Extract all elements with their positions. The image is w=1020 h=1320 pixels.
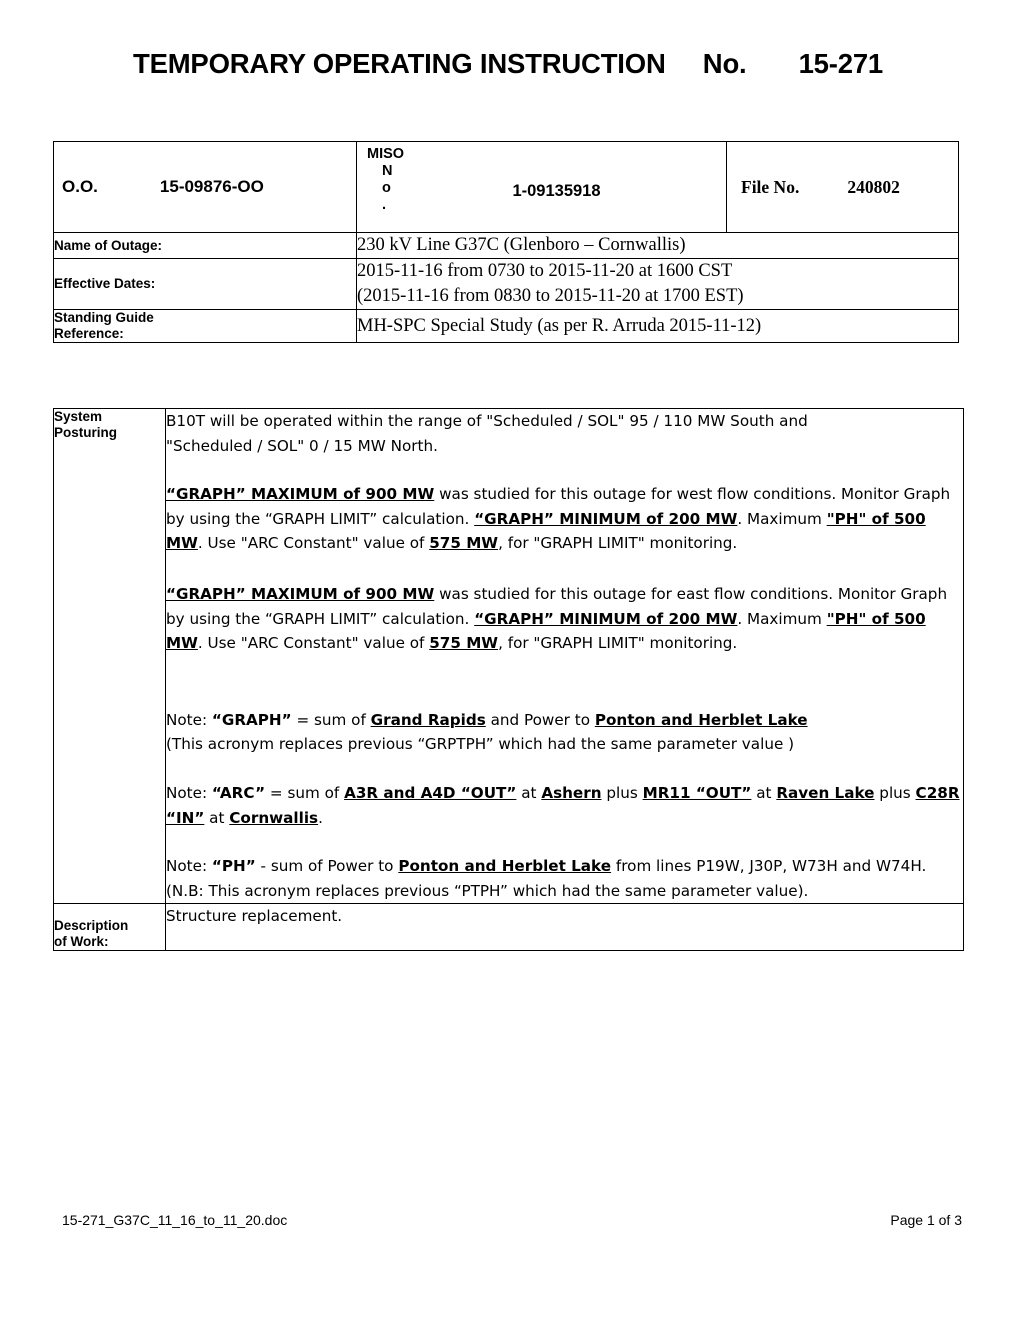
system-posturing-label-line1: System [54, 409, 103, 424]
note-arc-ref2: Ashern [541, 783, 602, 802]
note-arc-ref6: Cornwallis [229, 808, 319, 827]
note-ph-lead: Note: [166, 857, 212, 876]
table-row: Standing Guide Reference: MH-SPC Special… [53, 309, 959, 343]
effective-dates-line1: 2015-11-16 from 0730 to 2015-11-20 at 16… [357, 261, 733, 281]
description-label-line2: of Work: [54, 934, 109, 950]
graph-east-flow-paragraph: “GRAPH” MAXIMUM of 900 MW was studied fo… [166, 582, 963, 656]
page-title: TEMPORARY OPERATING INSTRUCTION No. 15-2… [132, 48, 884, 79]
note-arc-paragraph: Note: “ARC” = sum of A3R and A4D “OUT” a… [166, 781, 963, 830]
note-graph-ref2: Ponton and Herblet Lake [594, 710, 808, 729]
file-no-value: 240802 [847, 176, 900, 197]
graph-west-text2: . Maximum [737, 509, 827, 528]
note-ph-paragraph: Note: “PH” - sum of Power to Ponton and … [166, 854, 963, 903]
standing-guide-label-line1: Standing Guide [54, 310, 154, 325]
note-graph-mid1: = sum of [291, 710, 371, 729]
note-arc-mid3: plus [601, 783, 643, 802]
note-arc-mid4: at [751, 783, 777, 802]
system-posturing-content: B10T will be operated within the range o… [165, 407, 964, 905]
note-graph-ref1: Grand Rapids [370, 710, 486, 729]
graph-east-text3: . Use "ARC Constant" value of [197, 634, 430, 653]
table-row: System Posturing B10T will be operated w… [53, 407, 964, 905]
description-label-line1: Description [54, 918, 129, 934]
graph-east-text2: . Maximum [737, 609, 827, 628]
note-arc-mid2: at [516, 783, 542, 802]
note-ph-term: “PH” [211, 857, 256, 876]
graph-east-arc-constant: 575 MW [429, 634, 499, 653]
note-arc-ref1: A3R and A4D “OUT” [344, 783, 517, 802]
miso-label-line2: N [382, 163, 393, 179]
effective-dates-value: 2015-11-16 from 0730 to 2015-11-20 at 16… [356, 258, 959, 310]
miso-label-line1: MISO [367, 146, 405, 162]
system-posturing-label: System Posturing [53, 407, 166, 905]
file-no-label: File No. [741, 176, 800, 197]
oo-cell: O.O. 15-09876-OO [53, 141, 357, 233]
graph-west-flow-paragraph: “GRAPH” MAXIMUM of 900 MW was studied fo… [166, 482, 963, 556]
miso-no-label: MISO N o . [367, 146, 404, 214]
table-row: Name of Outage: 230 kV Line G37C (Glenbo… [53, 232, 959, 259]
miso-no-value: 1-09135918 [512, 182, 601, 200]
graph-west-text4: , for "GRAPH LIMIT" monitoring. [498, 534, 738, 553]
file-no-cell: File No. 240802 [726, 141, 959, 233]
note-graph-mid2: and Power to [485, 710, 595, 729]
note-arc-lead: Note: [166, 783, 212, 802]
note-arc-mid6: at [204, 808, 230, 827]
posturing-p1-line1: B10T will be operated within the range o… [166, 412, 808, 430]
table-row: Description of Work: Structure replaceme… [53, 903, 964, 952]
standing-guide-label-line2: Reference: [54, 326, 124, 341]
note-graph-lead: Note: [166, 710, 212, 729]
graph-west-maximum: “GRAPH” MAXIMUM of 900 MW [166, 485, 435, 504]
graph-west-arc-constant: 575 MW [429, 534, 499, 553]
note-arc-tail: . [318, 808, 323, 827]
system-posturing-label-line2: Posturing [54, 425, 117, 440]
body-table: System Posturing B10T will be operated w… [53, 407, 964, 952]
table-row: Effective Dates: 2015-11-16 from 0730 to… [53, 258, 959, 310]
table-row: O.O. 15-09876-OO MISO N o . 1-09135918 F… [53, 141, 959, 233]
note-ph-ref1: Ponton and Herblet Lake [398, 857, 612, 876]
graph-east-minimum: “GRAPH” MINIMUM of 200 MW [474, 609, 738, 628]
note-arc-term: “ARC” [211, 783, 266, 802]
header-table: O.O. 15-09876-OO MISO N o . 1-09135918 F… [53, 141, 959, 343]
name-of-outage-label: Name of Outage: [53, 232, 357, 259]
document-page: TEMPORARY OPERATING INSTRUCTION No. 15-2… [0, 0, 1020, 1320]
miso-no-cell: MISO N o . 1-09135918 [356, 141, 727, 233]
description-of-work-value: Structure replacement. [165, 903, 964, 952]
posturing-p1-line2: "Scheduled / SOL" 0 / 15 MW North. [166, 436, 438, 455]
page-footer: 15-271_G37C_11_16_to_11_20.doc Page 1 of… [62, 1212, 962, 1228]
description-of-work-label: Description of Work: [53, 903, 166, 952]
note-graph-term: “GRAPH” [211, 710, 292, 729]
effective-dates-line2: (2015-11-16 from 0830 to 2015-11-20 at 1… [357, 286, 744, 306]
effective-dates-label: Effective Dates: [53, 258, 357, 310]
note-arc-mid5: plus [874, 783, 916, 802]
standing-guide-reference-value: MH-SPC Special Study (as per R. Arruda 2… [356, 309, 959, 343]
oo-value: 15-09876-OO [159, 177, 264, 196]
note-arc-ref3: MR11 “OUT” [642, 783, 752, 802]
graph-west-text3: . Use "ARC Constant" value of [197, 534, 430, 553]
posturing-paragraph-1: B10T will be operated within the range o… [166, 409, 963, 458]
name-of-outage-value: 230 kV Line G37C (Glenboro – Cornwallis) [356, 232, 959, 259]
footer-filename: 15-271_G37C_11_16_to_11_20.doc [62, 1212, 288, 1228]
graph-east-maximum: “GRAPH” MAXIMUM of 900 MW [166, 584, 435, 603]
note-graph-line2: (This acronym replaces previous “GRPTPH”… [166, 735, 795, 754]
graph-east-text4: , for "GRAPH LIMIT" monitoring. [498, 634, 738, 653]
note-graph-paragraph: Note: “GRAPH” = sum of Grand Rapids and … [166, 708, 963, 757]
note-arc-mid1: = sum of [265, 783, 345, 802]
standing-guide-reference-label: Standing Guide Reference: [53, 309, 357, 343]
graph-west-minimum: “GRAPH” MINIMUM of 200 MW [474, 509, 738, 528]
note-ph-mid1: - sum of Power to [255, 857, 399, 876]
oo-label: O.O. [62, 177, 98, 196]
footer-page-number: Page 1 of 3 [890, 1212, 962, 1228]
note-arc-ref4: Raven Lake [776, 783, 875, 802]
